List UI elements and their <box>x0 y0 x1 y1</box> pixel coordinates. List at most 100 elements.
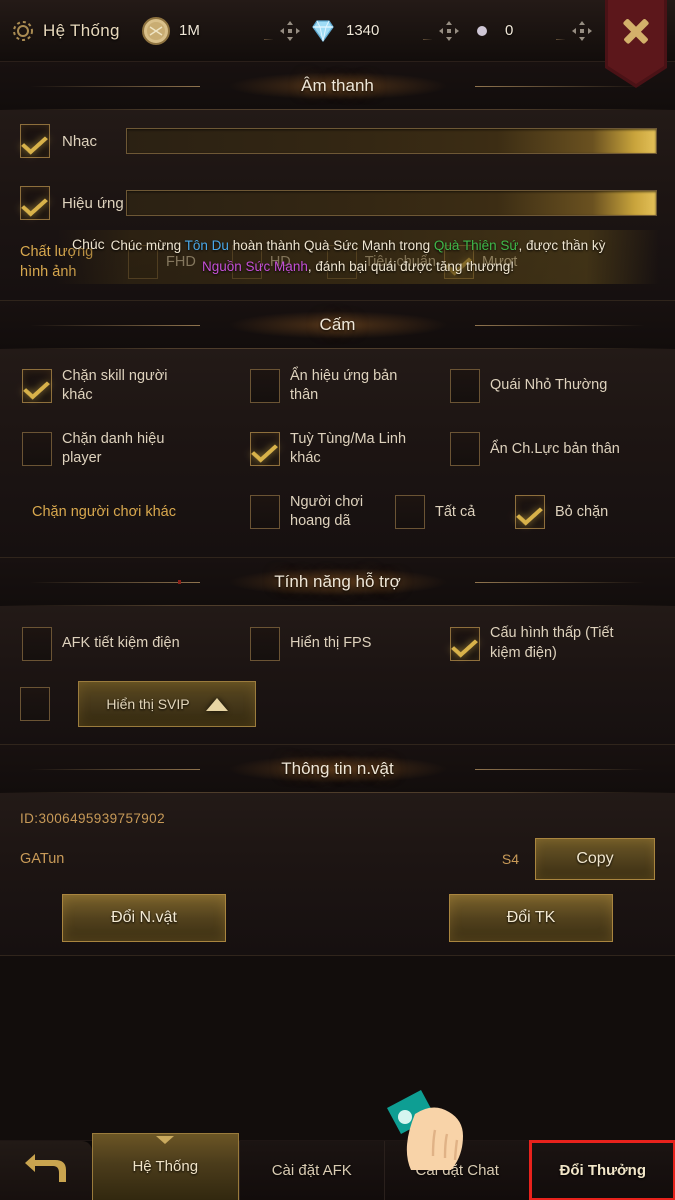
show-fps-checkbox[interactable] <box>250 626 280 661</box>
copy-button[interactable]: Copy <box>535 838 655 881</box>
low-spec-option[interactable]: Cấu hình thấp (Tiết kiệm điện) <box>450 624 625 663</box>
cursor-hand-pointer <box>385 1060 477 1170</box>
all-players-checkbox[interactable] <box>395 495 425 530</box>
close-button[interactable] <box>605 0 667 88</box>
tab-label: Đổi Thưởng <box>559 1161 646 1179</box>
block-title-checkbox[interactable] <box>22 432 52 467</box>
divider-right <box>475 769 645 771</box>
system-title-label: Hệ Thống <box>43 20 120 40</box>
block-title-option[interactable]: Chặn danh hiệu player <box>22 430 250 469</box>
music-slider[interactable] <box>126 128 657 154</box>
hide-own-power-checkbox[interactable] <box>450 432 480 467</box>
section-title: Tính năng hỗ trợ <box>274 571 401 591</box>
broadcast-part-event: Quà Thiên Sứ <box>433 238 519 253</box>
currency-diamond[interactable]: 1340 <box>307 15 419 47</box>
small-monster-label: Quái Nhỏ Thường <box>490 377 608 394</box>
tab-he-thong[interactable]: Hệ Thống <box>92 1133 239 1200</box>
block-skill-checkbox[interactable] <box>22 369 52 404</box>
low-spec-checkbox[interactable] <box>450 626 480 661</box>
effects-label: Hiệu ứng <box>62 194 124 212</box>
unblock-label: Bỏ chặn <box>555 503 609 520</box>
tab-cai-dat-afk[interactable]: Cài đặt AFK <box>238 1141 384 1200</box>
show-svip-label: Hiển thị SVIP <box>106 696 190 713</box>
broadcast-part-4: , được thần kỳ <box>518 238 606 253</box>
unblock-checkbox[interactable] <box>515 495 545 530</box>
small-monster-option[interactable]: Quái Nhỏ Thường <box>450 369 608 404</box>
broadcast-line-2: Nguồn Sức Mạnh, đánh bại quái được tăng … <box>67 257 649 278</box>
svip-row: Hiển thị SVIP <box>0 675 675 745</box>
block-skill-label: Chặn skill người khác <box>62 367 168 404</box>
pet-spirit-checkbox[interactable] <box>250 432 280 467</box>
wild-players-option[interactable]: Người chơi hoang dã <box>250 493 395 532</box>
music-row: Nhạc <box>0 110 675 172</box>
currency-coin[interactable]: 1M <box>140 15 260 47</box>
broadcast-part-2: hoàn thành Quà Sức Mạnh trong <box>228 238 434 253</box>
change-character-label: Đổi N.vật <box>111 909 177 927</box>
system-title-group: Hệ Thống <box>0 18 140 44</box>
wild-players-checkbox[interactable] <box>250 495 280 530</box>
coin-value: 1M <box>179 22 200 39</box>
coin-rail <box>264 39 273 40</box>
divider-left <box>30 324 200 326</box>
pet-spirit-label: Tuỳ Tùng/Ma Linh khác <box>290 430 407 467</box>
broadcast-item-name: Nguồn Sức Mạnh <box>201 258 308 274</box>
afk-power-save-checkbox[interactable] <box>22 626 52 661</box>
show-fps-label: Hiển thị FPS <box>290 634 372 651</box>
character-server: S4 <box>501 851 519 868</box>
afk-power-save-option[interactable]: AFK tiết kiệm điện <box>22 626 250 661</box>
chevron-up-icon <box>205 697 228 711</box>
plus-icon[interactable] <box>571 20 593 42</box>
top-bar: Hệ Thống 1M 1340 0 <box>0 0 675 62</box>
divider-left <box>30 581 200 583</box>
back-button[interactable] <box>0 1141 92 1200</box>
svip-checkbox[interactable] <box>20 687 50 722</box>
gear-icon <box>10 18 36 44</box>
broadcast-part-player: Tôn Du <box>184 238 229 253</box>
divider-right <box>475 581 645 583</box>
hide-own-effects-checkbox[interactable] <box>250 369 280 404</box>
emblem-icon <box>466 15 498 47</box>
currency-emblem[interactable]: 0 <box>466 15 552 47</box>
small-monster-checkbox[interactable] <box>450 369 480 404</box>
plus-icon[interactable] <box>438 20 460 42</box>
show-svip-button[interactable]: Hiển thị SVIP <box>78 681 256 728</box>
copy-button-label: Copy <box>576 850 614 868</box>
coin-icon <box>140 15 172 47</box>
section-header-audio: Âm thanh <box>0 62 675 110</box>
diamond-rail <box>423 39 432 40</box>
divider-left <box>30 769 200 771</box>
block-panel: Chặn skill người khác Ẩn hiệu ứng bản th… <box>0 348 675 559</box>
hide-own-effects-option[interactable]: Ẩn hiệu ứng bản thân <box>250 367 450 406</box>
broadcast-overlap-text: Chúc <box>72 236 105 252</box>
character-action-row: Đổi N.vật Đổi TK <box>20 880 655 943</box>
all-players-option[interactable]: Tất cả <box>395 495 515 530</box>
unblock-option[interactable]: Bỏ chặn <box>515 495 609 530</box>
show-fps-option[interactable]: Hiển thị FPS <box>250 626 450 661</box>
effects-checkbox[interactable] <box>20 186 50 220</box>
settings-scroll-area[interactable]: Âm thanh Nhạc Hiệu ứng Chất lượng hình ả… <box>0 62 675 1140</box>
change-character-button[interactable]: Đổi N.vật <box>62 894 226 943</box>
block-players-row: Chặn người chơi khác Người chơi hoang dã… <box>0 481 675 544</box>
section-header-character: Thông tin n.vật <box>0 745 675 794</box>
broadcast-line-1: Chúc mừng Tôn Du hoàn thành Quà Sức Mạnh… <box>67 236 649 257</box>
tab-label: Hệ Thống <box>132 1158 199 1176</box>
support-row-1: AFK tiết kiệm điện Hiển thị FPS Cấu hình… <box>0 612 675 675</box>
low-spec-label: Cấu hình thấp (Tiết kiệm điện) <box>490 624 614 661</box>
effects-slider[interactable] <box>126 190 657 216</box>
music-label: Nhạc <box>62 132 98 150</box>
change-account-label: Đổi TK <box>506 909 556 927</box>
section-title: Âm thanh <box>301 76 374 95</box>
wild-players-label: Người chơi hoang dã <box>290 493 364 530</box>
character-panel: ID:3006495939757902 GATun S4 Copy Đổi N.… <box>0 793 675 957</box>
broadcast-part-tail: , đánh bại quái được tăng thương! <box>307 258 515 274</box>
pet-spirit-option[interactable]: Tuỳ Tùng/Ma Linh khác <box>250 430 450 469</box>
hide-own-power-option[interactable]: Ẩn Ch.Lực bản thân <box>450 432 620 467</box>
diamond-icon <box>307 15 339 47</box>
plus-icon[interactable] <box>279 20 301 42</box>
block-skill-option[interactable]: Chặn skill người khác <box>22 367 250 406</box>
tab-doi-thuong[interactable]: Đổi Thưởng <box>528 1140 675 1200</box>
music-checkbox[interactable] <box>20 124 50 158</box>
change-account-button[interactable]: Đổi TK <box>449 894 613 943</box>
character-name-row: GATun S4 Copy <box>20 838 655 881</box>
block-players-label: Chặn người chơi khác <box>32 503 176 520</box>
